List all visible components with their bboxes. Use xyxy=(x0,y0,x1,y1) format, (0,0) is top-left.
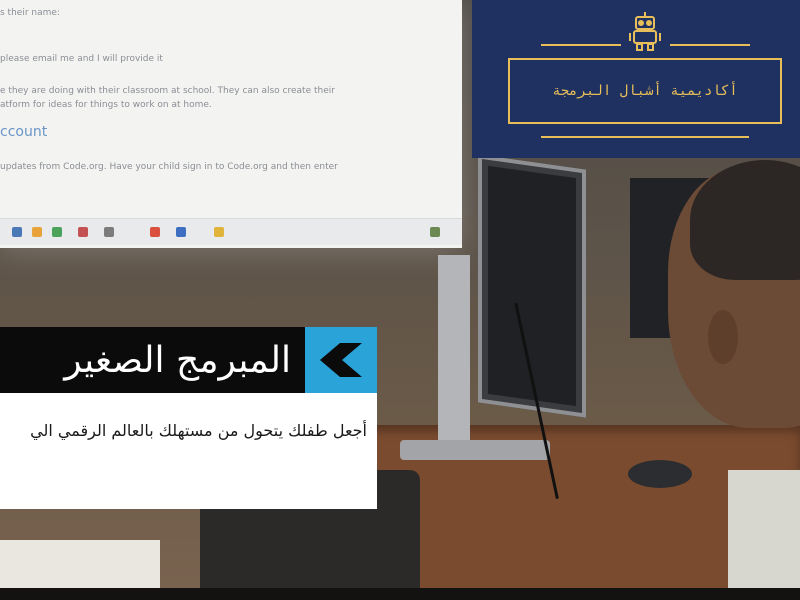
projected-text-line: please email me and I will provide it xyxy=(0,54,163,64)
robot-icon xyxy=(629,12,661,51)
banner-title: المبرمج الصغير xyxy=(64,339,291,381)
taskbar-app-icon xyxy=(214,227,224,237)
projected-taskbar xyxy=(0,218,462,245)
person-shirt xyxy=(728,470,800,600)
taskbar-app-icon xyxy=(430,227,440,237)
taskbar-app-icon xyxy=(78,227,88,237)
brand-name: أكاديمية أشبال البرمجة xyxy=(552,83,738,99)
taskbar-app-icon xyxy=(12,227,22,237)
decorative-line xyxy=(541,44,621,46)
decorative-line xyxy=(541,136,749,138)
bottom-strip xyxy=(0,588,800,600)
projected-text-line: e they are doing with their classroom at… xyxy=(0,86,335,96)
banner-tagline: أجعل طفلك يتحول من مستهلك بالعالم الرقمي… xyxy=(30,421,367,440)
tagline-box: أجعل طفلك يتحول من مستهلك بالعالم الرقمي… xyxy=(0,393,377,509)
projected-text-line: updates from Code.org. Have your child s… xyxy=(0,162,338,172)
taskbar-app-icon xyxy=(32,227,42,237)
taskbar-app-icon xyxy=(104,227,114,237)
computer-mouse xyxy=(628,460,692,488)
taskbar-app-icon xyxy=(52,227,62,237)
brand-name-box: أكاديمية أشبال البرمجة xyxy=(508,58,782,124)
taskbar-app-icon xyxy=(176,227,186,237)
projected-screen: s their name: please email me and I will… xyxy=(0,0,462,248)
projected-heading: ccount xyxy=(0,124,48,140)
taskbar-app-icon xyxy=(150,227,160,237)
chevron-badge xyxy=(305,327,377,393)
chevron-left-icon xyxy=(320,343,362,377)
projected-text-line: s their name: xyxy=(0,8,60,18)
decorative-line xyxy=(670,44,750,46)
projected-text-line: atform for ideas for things to work on a… xyxy=(0,100,212,110)
monitor-stand xyxy=(438,255,470,445)
title-banner: المبرمج الصغير xyxy=(0,327,305,393)
monitor-base xyxy=(400,440,550,460)
person-ear xyxy=(708,310,738,364)
